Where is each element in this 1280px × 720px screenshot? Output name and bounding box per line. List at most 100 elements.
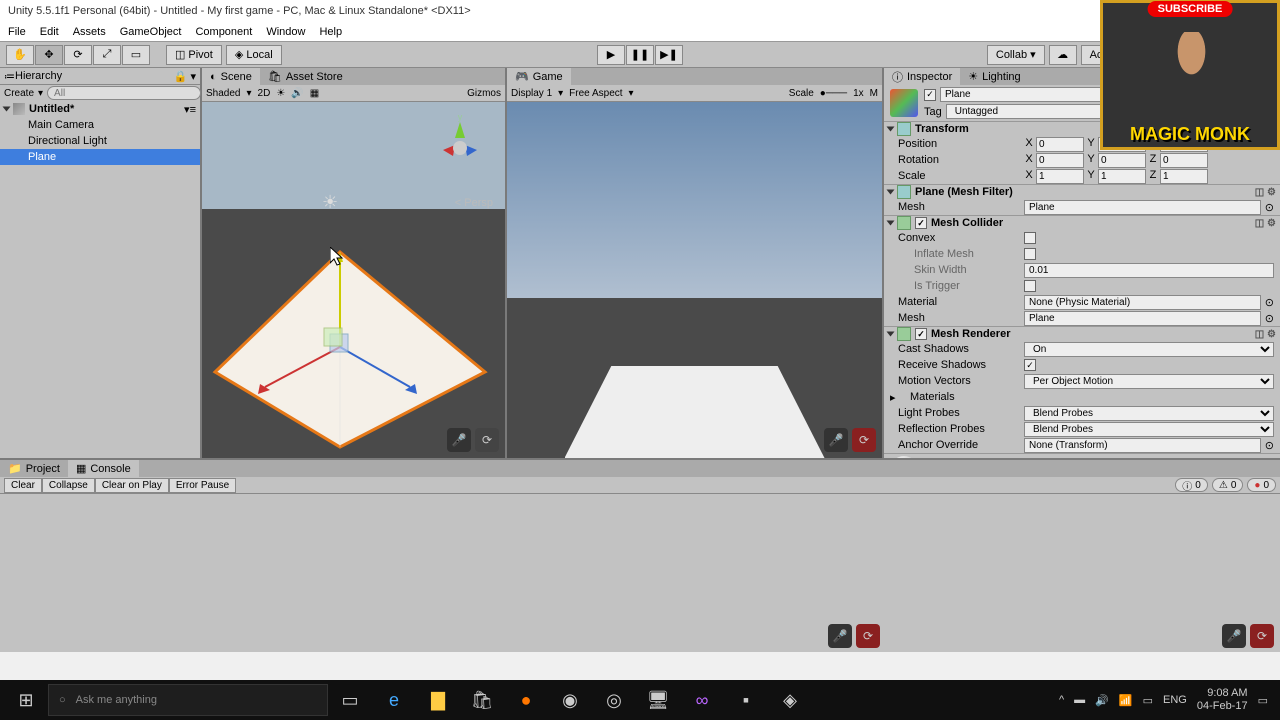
console-tab[interactable]: ▦Console — [68, 460, 139, 477]
rotate-tool[interactable]: ⟳ — [64, 45, 92, 65]
info-filter[interactable]: ⓘ0 — [1175, 478, 1208, 492]
menu-help[interactable]: Help — [319, 26, 342, 38]
local-toggle[interactable]: ◈Local — [226, 45, 282, 65]
scale-z[interactable] — [1160, 169, 1208, 184]
vs-icon[interactable]: ∞ — [680, 680, 724, 720]
store-icon[interactable]: 🛍 — [460, 680, 504, 720]
game-viewport[interactable]: 🎤 ⟳ — [507, 102, 882, 458]
mesh-field[interactable] — [1024, 200, 1261, 215]
shaded-dropdown[interactable]: Shaded — [206, 88, 240, 99]
castshadows-dropdown[interactable]: On — [1024, 342, 1274, 357]
firefox-icon[interactable]: ● — [504, 680, 548, 720]
step-button[interactable]: ▶❚ — [655, 45, 683, 65]
hierarchy-tab[interactable]: ≔ Hierarchy 🔒 ▾ — [0, 68, 200, 85]
mic-icon[interactable]: 🎤 — [828, 624, 852, 648]
lighting-tab[interactable]: ☀Lighting — [960, 68, 1028, 85]
record-icon[interactable]: ⟳ — [852, 428, 876, 452]
meshfilter-header[interactable]: Plane (Mesh Filter)◫ ⚙ — [884, 184, 1280, 199]
explorer-icon[interactable]: ▇ — [416, 680, 460, 720]
menu-window[interactable]: Window — [266, 26, 305, 38]
collider-header[interactable]: ✓Mesh Collider◫ ⚙ — [884, 215, 1280, 230]
hierarchy-search[interactable] — [47, 86, 201, 100]
battery-icon[interactable]: ▭ — [1143, 694, 1153, 707]
cloud-button[interactable]: ☁ — [1049, 45, 1077, 65]
scale-slider[interactable]: ●─── — [820, 88, 847, 99]
lock-icon[interactable]: 🔒 ▾ — [174, 70, 196, 83]
collmesh-field[interactable] — [1024, 311, 1261, 326]
renderer-enabled[interactable]: ✓ — [915, 328, 927, 340]
aspect-dropdown[interactable]: Free Aspect — [569, 88, 622, 99]
monitor-icon[interactable]: 🖥 — [636, 680, 680, 720]
record-icon[interactable]: ⟳ — [856, 624, 880, 648]
hierarchy-main-camera[interactable]: Main Camera — [0, 117, 200, 133]
physmat-field[interactable] — [1024, 295, 1261, 310]
rect-tool[interactable]: ▭ — [122, 45, 150, 65]
2d-toggle[interactable]: 2D — [258, 88, 271, 99]
tray-expand-icon[interactable]: ^ — [1059, 694, 1064, 706]
scene-root[interactable]: Untitled*▾≡ — [0, 101, 200, 117]
chrome-icon[interactable]: ◉ — [548, 680, 592, 720]
menu-assets[interactable]: Assets — [73, 26, 106, 38]
motionvec-dropdown[interactable]: Per Object Motion — [1024, 374, 1274, 389]
scene-tab[interactable]: ◐Scene — [202, 68, 260, 85]
project-tab[interactable]: 📁Project — [0, 460, 68, 477]
errorpause-button[interactable]: Error Pause — [169, 478, 236, 493]
convex-checkbox[interactable] — [1024, 232, 1036, 244]
audio-toggle-icon[interactable]: 🔊 — [291, 88, 303, 99]
scene-viewport[interactable]: y ☀ < Persp 🎤 ⟳ — [202, 102, 505, 458]
skinwidth-field[interactable] — [1024, 263, 1274, 278]
fx-toggle-icon[interactable]: ▦ — [310, 88, 319, 99]
trigger-checkbox[interactable] — [1024, 280, 1036, 292]
collab-dropdown[interactable]: Collab ▾ — [987, 45, 1045, 65]
anchor-field[interactable] — [1024, 438, 1261, 453]
clear-button[interactable]: Clear — [4, 478, 42, 493]
picker-icon[interactable]: ⊙ — [1265, 201, 1274, 214]
display-dropdown[interactable]: Display 1 — [511, 88, 552, 99]
mic-icon[interactable]: 🎤 — [824, 428, 848, 452]
pause-button[interactable]: ❚❚ — [626, 45, 654, 65]
collapse-button[interactable]: Collapse — [42, 478, 95, 493]
wifi-icon[interactable]: 📶 — [1119, 694, 1133, 707]
lang-indicator[interactable]: ENG — [1163, 694, 1187, 706]
rot-y[interactable] — [1098, 153, 1146, 168]
cortana-search[interactable]: ○Ask me anything — [48, 684, 328, 716]
network-icon[interactable]: ▬ — [1074, 694, 1085, 706]
picker-icon[interactable]: ⊙ — [1265, 439, 1274, 452]
scale-y[interactable] — [1098, 169, 1146, 184]
start-button[interactable]: ⊞ — [4, 680, 48, 720]
menu-file[interactable]: File — [8, 26, 26, 38]
mic-icon[interactable]: 🎤 — [447, 428, 471, 452]
scale-tool[interactable]: ⤢ — [93, 45, 121, 65]
lightprobes-dropdown[interactable]: Blend Probes — [1024, 406, 1274, 421]
error-filter[interactable]: ●0 — [1247, 478, 1276, 492]
reflprobes-dropdown[interactable]: Blend Probes — [1024, 422, 1274, 437]
menu-edit[interactable]: Edit — [40, 26, 59, 38]
move-tool[interactable]: ✥ — [35, 45, 63, 65]
warn-filter[interactable]: ⚠0 — [1212, 478, 1244, 492]
picker-icon[interactable]: ⊙ — [1265, 312, 1274, 325]
gear-icon[interactable]: ◫ ⚙ — [1255, 187, 1276, 198]
cmd-icon[interactable]: ▪ — [724, 680, 768, 720]
taskview-icon[interactable]: ▭ — [328, 680, 372, 720]
orientation-gizmo[interactable]: y — [425, 110, 495, 180]
gear-icon[interactable]: ◫ ⚙ — [1255, 218, 1276, 229]
mic-icon[interactable]: 🎤 — [1222, 624, 1246, 648]
hand-tool[interactable]: ✋ — [6, 45, 34, 65]
record-icon[interactable]: ⟳ — [475, 428, 499, 452]
menu-gameobject[interactable]: GameObject — [120, 26, 182, 38]
collider-enabled[interactable]: ✓ — [915, 217, 927, 229]
edge-icon[interactable]: e — [372, 680, 416, 720]
create-dropdown[interactable]: Create — [4, 88, 34, 99]
clearonplay-button[interactable]: Clear on Play — [95, 478, 169, 493]
pivot-toggle[interactable]: ◫Pivot — [166, 45, 222, 65]
obs-icon[interactable]: ◎ — [592, 680, 636, 720]
clock[interactable]: 9:08 AM04-Feb-17 — [1197, 687, 1248, 713]
pos-x[interactable] — [1036, 137, 1084, 152]
scale-x[interactable] — [1036, 169, 1084, 184]
recvshadows-checkbox[interactable]: ✓ — [1024, 359, 1036, 371]
renderer-header[interactable]: ✓Mesh Renderer◫ ⚙ — [884, 326, 1280, 341]
play-button[interactable]: ▶ — [597, 45, 625, 65]
volume-icon[interactable]: 🔊 — [1095, 694, 1109, 707]
plane-object[interactable] — [210, 242, 490, 452]
hierarchy-plane[interactable]: Plane — [0, 149, 200, 165]
